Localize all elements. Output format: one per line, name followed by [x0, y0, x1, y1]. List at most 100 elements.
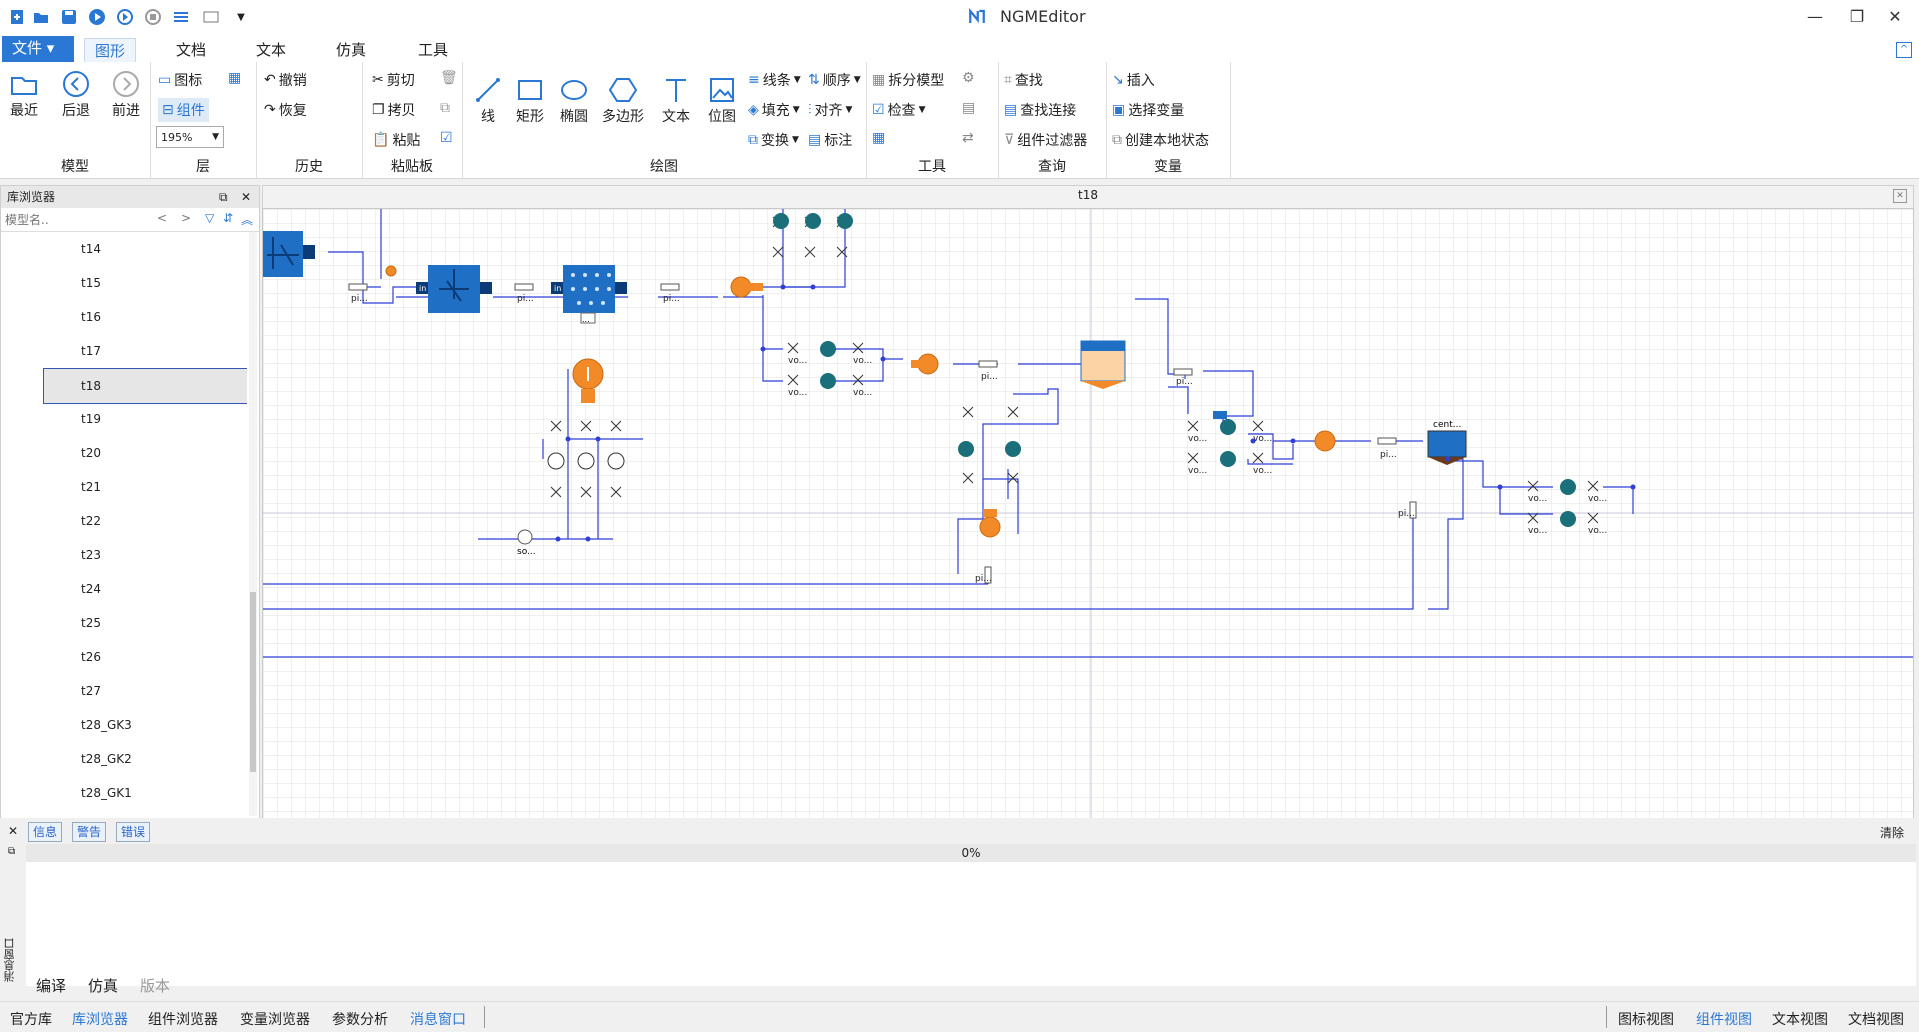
- status-variable-browser[interactable]: 变量浏览器: [240, 1009, 310, 1029]
- tool-swap-icon[interactable]: ⇄: [962, 130, 974, 146]
- status-official-library[interactable]: 官方库: [10, 1009, 52, 1029]
- align-button[interactable]: ⫶ 对齐 ▼: [808, 100, 852, 120]
- float-message-panel-icon[interactable]: ⧉: [8, 846, 15, 857]
- stop-icon[interactable]: [144, 8, 162, 26]
- tab-document[interactable]: 文档: [166, 38, 216, 62]
- tab-text[interactable]: 文本: [246, 38, 296, 62]
- component-layer-button[interactable]: ⊟ 组件: [158, 98, 209, 122]
- select-variable-button[interactable]: ▣ 选择变量: [1112, 100, 1184, 120]
- transform-button[interactable]: ⧉ 变换 ▼: [748, 130, 799, 150]
- settings-sliders-icon[interactable]: [172, 8, 190, 26]
- filter-icon[interactable]: ▽: [205, 211, 214, 225]
- create-local-state-button[interactable]: ⧉ 创建本地状态: [1112, 130, 1209, 150]
- tool-list-icon[interactable]: ▤: [962, 100, 975, 116]
- prev-arrow-icon[interactable]: <: [157, 211, 167, 225]
- tree-item[interactable]: t24: [1, 572, 245, 606]
- text-tool-button[interactable]: 文本: [660, 74, 692, 126]
- tree-item[interactable]: t22: [1, 504, 245, 538]
- recent-button[interactable]: 最近: [8, 68, 40, 120]
- view-text-view[interactable]: 文本视图: [1772, 1009, 1828, 1029]
- collapse-ribbon-icon[interactable]: ^: [1896, 42, 1912, 58]
- paste-button[interactable]: 📋 粘贴: [372, 130, 420, 150]
- tree-item[interactable]: t21: [1, 470, 245, 504]
- status-library-browser[interactable]: 库浏览器: [72, 1009, 128, 1029]
- forward-button[interactable]: 前进: [110, 68, 142, 120]
- tab-tools[interactable]: 工具: [408, 38, 458, 62]
- clear-button[interactable]: 清除: [1880, 824, 1904, 841]
- minimize-button[interactable]: —: [1800, 6, 1830, 28]
- ellipse-tool-button[interactable]: 椭圆: [558, 74, 590, 126]
- annotate-button[interactable]: ▤ 标注: [808, 130, 852, 150]
- tree-item[interactable]: t16: [1, 300, 245, 334]
- tab-version[interactable]: 版本: [140, 975, 170, 996]
- delete-icon[interactable]: 🗑: [440, 70, 458, 86]
- find-button[interactable]: ⌗ 查找: [1004, 70, 1043, 90]
- polygon-tool-button[interactable]: 多边形: [602, 74, 644, 126]
- view-component-view[interactable]: 组件视图: [1696, 1009, 1752, 1029]
- tree-item[interactable]: t27: [1, 674, 245, 708]
- error-filter-button[interactable]: 错误: [116, 822, 151, 842]
- info-filter-button[interactable]: 信息: [28, 822, 63, 842]
- grid-toggle-icon[interactable]: ▦: [872, 130, 885, 146]
- view-document-view[interactable]: 文档视图: [1848, 1009, 1904, 1029]
- customize-dropdown-icon[interactable]: ▼: [232, 8, 250, 26]
- tree-item[interactable]: t28_GK3: [1, 708, 245, 742]
- component-filter-button[interactable]: ⊽ 组件过滤器: [1004, 130, 1087, 150]
- icon-layer-button[interactable]: ▭ 图标: [158, 70, 202, 90]
- rect-tool-button[interactable]: 矩形: [514, 74, 546, 126]
- tree-item[interactable]: t25: [1, 606, 245, 640]
- tree-item[interactable]: t19: [1, 402, 245, 436]
- tree-item-selected[interactable]: t18: [43, 368, 247, 404]
- status-message-window[interactable]: 消息窗口: [410, 1009, 466, 1029]
- collapse-all-icon[interactable]: ︽: [241, 211, 253, 228]
- next-arrow-icon[interactable]: >: [181, 211, 191, 225]
- restore-button[interactable]: ❐: [1842, 6, 1872, 28]
- line-tool-button[interactable]: 线: [472, 74, 504, 126]
- tree-item[interactable]: t26: [1, 640, 245, 674]
- save-icon[interactable]: [60, 8, 78, 26]
- tool-extra-icon[interactable]: ⚙: [962, 70, 975, 86]
- new-file-icon[interactable]: [8, 8, 26, 26]
- tab-simulation[interactable]: 仿真: [326, 38, 376, 62]
- status-parameter-analysis[interactable]: 参数分析: [332, 1009, 388, 1029]
- cut-button[interactable]: ✂ 剪切: [372, 70, 415, 90]
- fill-button[interactable]: ◈ 填充 ▼: [748, 100, 800, 120]
- back-button[interactable]: 后退: [60, 68, 92, 120]
- copy-button[interactable]: ❐ 拷贝: [372, 100, 416, 120]
- simulate-icon[interactable]: [116, 8, 134, 26]
- linestyle-button[interactable]: ≡ 线条 ▼: [748, 70, 801, 90]
- diagram-canvas[interactable]: pi... pi... pi... pi... pi... pi... in i…: [262, 208, 1914, 820]
- close-panel-icon[interactable]: ✕: [241, 186, 251, 208]
- code-icon[interactable]: [202, 8, 220, 26]
- select-all-icon[interactable]: ☑: [440, 130, 453, 146]
- open-folder-icon[interactable]: [32, 8, 50, 26]
- check-button[interactable]: ☑ 检查 ▼: [872, 100, 925, 120]
- tree-item[interactable]: t28_GK1: [1, 776, 245, 810]
- close-button[interactable]: ✕: [1880, 6, 1910, 28]
- tree-item[interactable]: t17: [1, 334, 245, 368]
- redo-button[interactable]: ↷ 恢复: [264, 100, 307, 120]
- tree-item[interactable]: t15: [1, 266, 245, 300]
- order-button[interactable]: ⇅ 顺序 ▼: [808, 70, 861, 90]
- tab-compile[interactable]: 编译: [36, 975, 66, 996]
- duplicate-icon[interactable]: ⧉: [440, 100, 450, 116]
- split-model-button[interactable]: ▦ 拆分模型: [872, 70, 944, 90]
- tree-item[interactable]: t28_GK2: [1, 742, 245, 776]
- model-search-input[interactable]: [3, 211, 147, 229]
- close-tab-icon[interactable]: ✕: [1893, 189, 1907, 203]
- layer-grid-icon[interactable]: ▦: [228, 70, 241, 86]
- tab-simulate[interactable]: 仿真: [88, 975, 118, 996]
- tree-item[interactable]: t23: [1, 538, 245, 572]
- tree-item[interactable]: t20: [1, 436, 245, 470]
- warning-filter-button[interactable]: 警告: [72, 822, 107, 842]
- view-icon-view[interactable]: 图标视图: [1618, 1009, 1674, 1029]
- bitmap-tool-button[interactable]: 位图: [706, 74, 738, 126]
- tree-item[interactable]: t14: [1, 232, 245, 266]
- float-panel-icon[interactable]: ⧉: [219, 186, 228, 208]
- tab-graphics[interactable]: 图形: [84, 38, 137, 63]
- insert-button[interactable]: ↘ 插入: [1112, 70, 1155, 90]
- run-icon[interactable]: [88, 8, 106, 26]
- close-message-panel-icon[interactable]: ✕: [8, 824, 18, 838]
- undo-button[interactable]: ↶ 撤销: [264, 70, 307, 90]
- sort-icon[interactable]: ⇵: [223, 211, 233, 225]
